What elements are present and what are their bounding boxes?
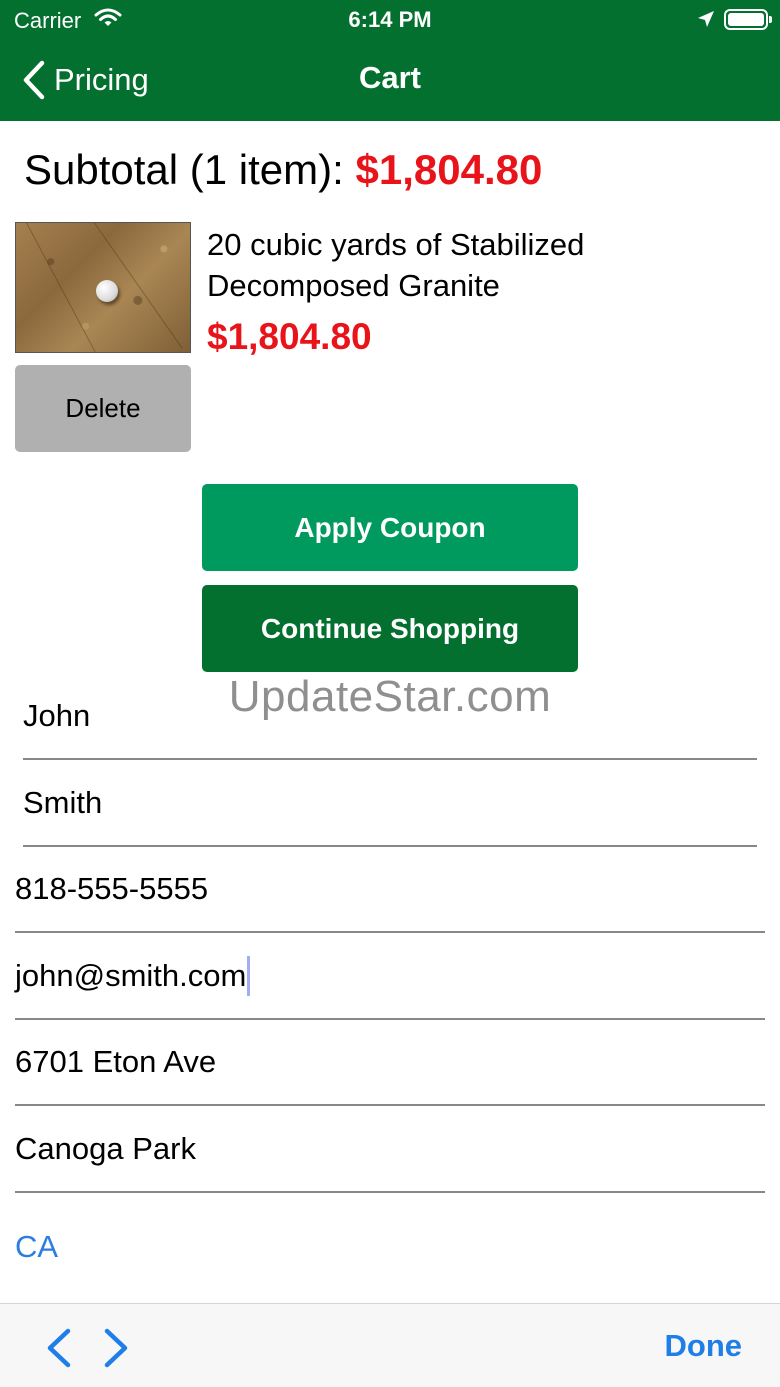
continue-shopping-button[interactable]: Continue Shopping (202, 585, 578, 672)
golf-ball (96, 280, 118, 302)
done-button[interactable]: Done (665, 1328, 743, 1364)
address-value: 6701 Eton Ave (15, 1044, 217, 1079)
status-bar: Carrier 6:14 PM (0, 0, 780, 40)
city-field[interactable]: Canoga Park (15, 1107, 765, 1193)
next-field-button[interactable] (103, 1328, 131, 1373)
delete-button[interactable]: Delete (15, 365, 191, 452)
clock: 6:14 PM (348, 7, 432, 32)
state-picker[interactable]: CA (15, 1204, 765, 1290)
city-value: Canoga Park (15, 1131, 196, 1166)
state-value: CA (15, 1229, 59, 1264)
subtotal-amount: $1,804.80 (355, 146, 543, 193)
product-image (15, 222, 191, 353)
previous-field-button[interactable] (44, 1328, 72, 1373)
product-price: $1,804.80 (207, 316, 372, 357)
chevron-left-icon (47, 1328, 71, 1368)
subtotal: Subtotal (1 item): $1,804.80 (24, 146, 542, 194)
first-name-value: John (23, 698, 91, 733)
last-name-field[interactable]: Smith (23, 761, 757, 847)
email-field[interactable]: john@smith.com (15, 934, 765, 1020)
keyboard-toolbar: Done (0, 1303, 780, 1387)
subtotal-label: Subtotal (1 item): (24, 146, 344, 193)
phone-value: 818-555-5555 (15, 871, 209, 906)
location-arrow-icon (696, 9, 716, 34)
first-name-field[interactable]: John (23, 674, 757, 760)
phone-field[interactable]: 818-555-5555 (15, 847, 765, 933)
page-title: Cart (358, 60, 421, 95)
last-name-value: Smith (23, 785, 103, 820)
product-name: 20 cubic yards of Stabilized Decomposed … (207, 227, 585, 303)
text-cursor (247, 956, 251, 996)
navigation-bar: Pricing Cart (0, 40, 780, 121)
address-field[interactable]: 6701 Eton Ave (15, 1020, 765, 1106)
chevron-right-icon (104, 1328, 128, 1368)
email-value: john@smith.com (15, 958, 247, 993)
apply-coupon-button[interactable]: Apply Coupon (202, 484, 578, 571)
battery-icon (724, 9, 772, 30)
